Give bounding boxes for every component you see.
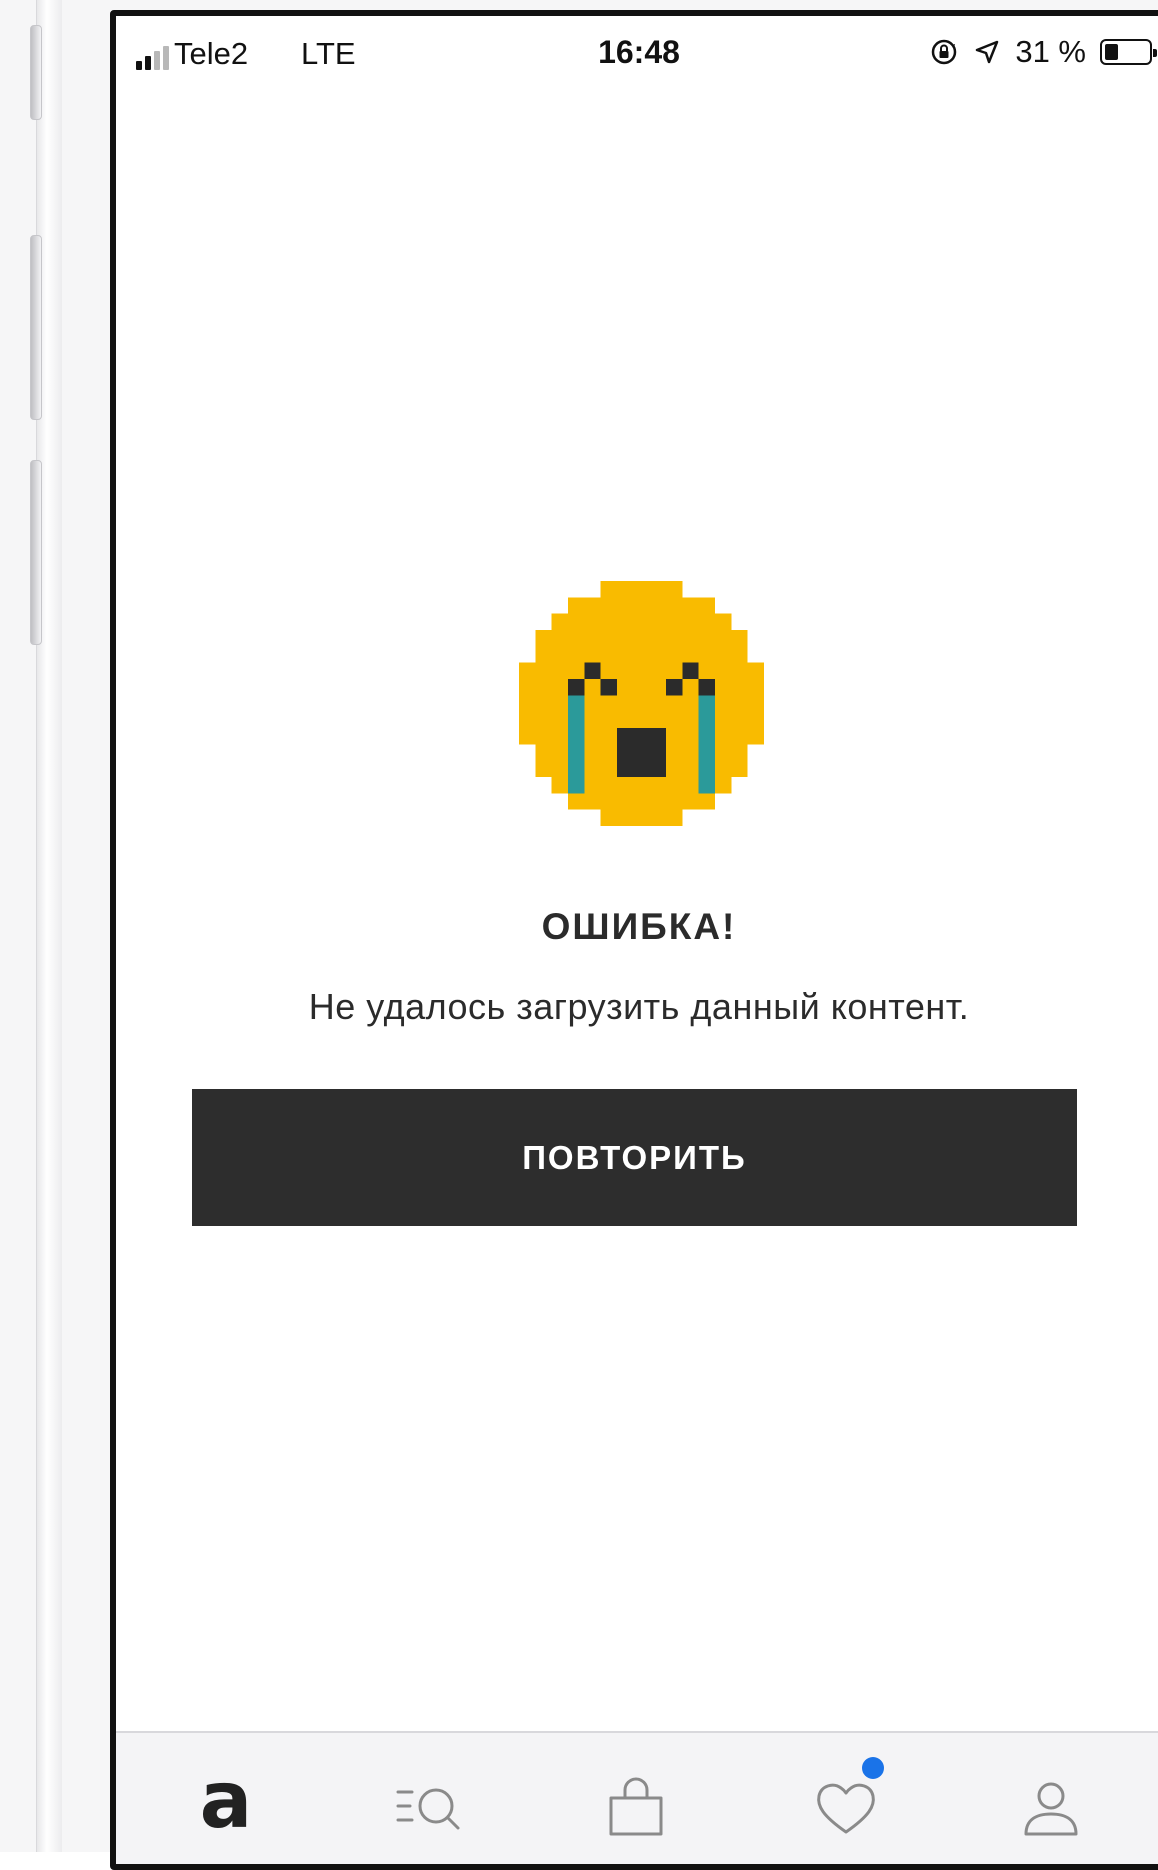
retry-button[interactable]: ПОВТОРИТЬ	[192, 1089, 1077, 1226]
bag-icon	[609, 1777, 663, 1836]
mute-switch	[30, 25, 42, 120]
volume-down-button	[30, 460, 42, 645]
battery-icon	[1100, 39, 1157, 65]
battery-fill	[1105, 44, 1119, 60]
favorites-heart-icon	[817, 1783, 875, 1834]
catalog-search-icon	[396, 1788, 460, 1830]
location-arrow-icon	[976, 40, 999, 64]
tab-catalog[interactable]	[381, 1773, 481, 1843]
phone-screen: Tele2 LTE 16:48 31 % ОШИБКА! Не удалось …	[110, 10, 1158, 1870]
battery-percent: 31 %	[1015, 34, 1086, 69]
profile-icon	[1024, 1782, 1078, 1836]
app-logo: a	[199, 1756, 253, 1846]
crying-face-icon	[519, 581, 764, 826]
volume-up-button	[30, 235, 42, 420]
status-right-group: 31 %	[929, 34, 1157, 70]
error-message: Не удалось загрузить данный контент.	[308, 986, 970, 1027]
status-bar: Tele2 LTE 16:48 31 %	[116, 16, 1158, 86]
error-title: ОШИБКА!	[541, 906, 737, 947]
bottom-tab-bar: a	[116, 1731, 1158, 1864]
tab-bag[interactable]	[586, 1773, 686, 1843]
rotation-lock-icon	[932, 39, 957, 65]
tab-profile[interactable]	[1001, 1773, 1101, 1843]
notification-badge	[862, 1757, 884, 1779]
tab-home[interactable]: a	[176, 1762, 276, 1843]
device-frame: Tele2 LTE 16:48 31 % ОШИБКА! Не удалось …	[0, 0, 1158, 1870]
tab-favorites[interactable]	[796, 1757, 896, 1843]
